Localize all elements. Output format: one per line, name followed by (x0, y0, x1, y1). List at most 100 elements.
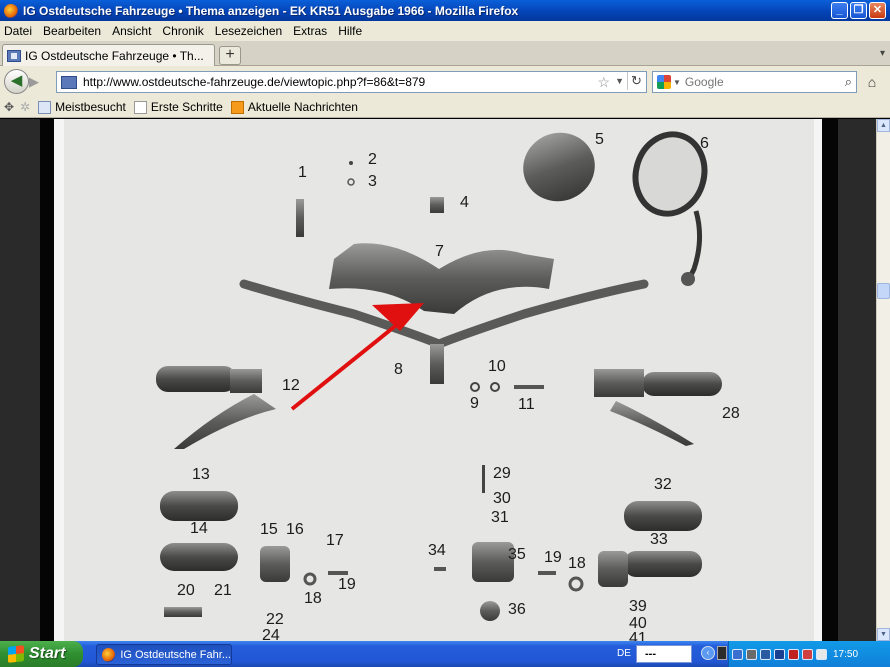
part-number: 13 (192, 466, 210, 483)
drag-handle-icon[interactable]: ✥ (4, 100, 14, 114)
part-number: 3 (368, 173, 377, 190)
part-number: 19 (544, 549, 562, 566)
part-number: 9 (470, 395, 479, 412)
parts-diagram-image: 1 2 3 4 5 6 7 8 9 10 11 12 13 14 15 16 1… (54, 119, 822, 641)
menu-ansicht[interactable]: Ansicht (112, 24, 151, 38)
menu-bar: Datei Bearbeiten Ansicht Chronik Lesezei… (0, 21, 890, 41)
part-number: 11 (518, 396, 535, 413)
page-content: 1 2 3 4 5 6 7 8 9 10 11 12 13 14 15 16 1… (0, 119, 890, 641)
menu-datei[interactable]: Datei (4, 24, 32, 38)
close-button[interactable]: ✕ (869, 2, 886, 19)
menu-extras[interactable]: Extras (293, 24, 327, 38)
search-bar[interactable]: ▼ ⌕ (652, 71, 857, 93)
tab-active[interactable]: IG Ostdeutsche Fahrzeuge • Th... (2, 44, 215, 66)
page-margin-left (0, 119, 40, 641)
bookmark-meistbesucht[interactable]: Meistbesucht (38, 100, 126, 114)
part-number: 31 (491, 509, 509, 526)
red-pointer-arrow (290, 317, 406, 411)
vertical-scrollbar[interactable]: ▲ ▼ (876, 119, 890, 641)
tray-app-icon[interactable] (746, 648, 757, 660)
bluetooth-icon[interactable] (774, 648, 785, 660)
part-number: 14 (190, 520, 208, 537)
scrollbar-thumb[interactable] (877, 283, 890, 299)
part-number: 32 (654, 476, 672, 493)
tab-label: IG Ostdeutsche Fahrzeuge • Th... (25, 48, 204, 63)
firefox-icon (102, 647, 116, 662)
system-tray: 17:50 (728, 641, 890, 667)
page-icon (133, 100, 147, 114)
part-number: 19 (338, 576, 356, 593)
menu-bearbeiten[interactable]: Bearbeiten (43, 24, 101, 38)
maximize-button[interactable]: ❐ (850, 2, 867, 19)
part-number: 33 (650, 531, 668, 548)
minimize-button[interactable]: _ (831, 2, 848, 19)
scroll-down-icon[interactable]: ▼ (877, 628, 890, 641)
part-14-grip (160, 543, 238, 571)
search-engine-dropdown-icon[interactable]: ▼ (673, 78, 681, 87)
address-bar[interactable]: http://www.ostdeutsche-fahrzeuge.de/view… (56, 71, 647, 93)
parts-diagram-drawing (156, 131, 722, 621)
part-number: 41 (629, 630, 647, 641)
part-4-nut (430, 197, 444, 213)
part-number: 16 (286, 521, 304, 538)
part-number: 39 (629, 598, 647, 615)
forward-arrow-icon[interactable]: ▶ (29, 72, 49, 92)
taskbar-firefox-window[interactable]: IG Ostdeutsche Fahr... (96, 644, 232, 665)
search-magnifier-icon[interactable]: ⌕ (845, 74, 852, 90)
firefox-icon (4, 3, 18, 18)
menu-chronik[interactable]: Chronik (162, 24, 203, 38)
navigation-bar: ◀ ▶ http://www.ostdeutsche-fahrzeuge.de/… (0, 66, 890, 97)
part-13-grip (160, 491, 238, 521)
window-title: IG Ostdeutsche Fahrzeuge • Thema anzeige… (23, 3, 519, 18)
tray-app-icon[interactable] (816, 648, 827, 660)
part-number: 34 (428, 542, 446, 559)
scroll-up-icon[interactable]: ▲ (877, 119, 890, 132)
part-number: 6 (700, 135, 709, 152)
bookmark-erste-schritte[interactable]: Erste Schritte (133, 100, 223, 114)
menu-hilfe[interactable]: Hilfe (338, 24, 362, 38)
url-text[interactable]: http://www.ostdeutsche-fahrzeuge.de/view… (83, 75, 425, 89)
part-number: 12 (282, 377, 300, 394)
part-12-left-grip (156, 366, 236, 392)
part-number: 20 (177, 582, 195, 599)
part-number: 1 (298, 164, 307, 181)
search-input[interactable] (684, 75, 835, 89)
tab-list-chevron-icon[interactable]: ▾ (880, 48, 885, 59)
part-28-right-grip (642, 372, 722, 396)
folder-icon (38, 100, 52, 114)
taskbar-input-box[interactable]: --- (636, 645, 692, 663)
bookmark-aktuelle-nachrichten[interactable]: Aktuelle Nachrichten (230, 100, 358, 114)
back-arrow-icon[interactable]: ◀ (4, 69, 29, 94)
url-dropdown-icon[interactable]: ▼ (615, 76, 624, 86)
reload-icon[interactable]: ↻ (627, 72, 645, 90)
part-number: 21 (214, 582, 232, 599)
tray-app-icon[interactable] (760, 648, 771, 660)
start-button[interactable]: Start (0, 641, 83, 667)
google-engine-icon[interactable] (657, 75, 671, 89)
keyboard-icon[interactable] (717, 646, 727, 660)
part-5-mirror-glass (523, 132, 595, 202)
part-number: 35 (508, 546, 526, 563)
tray-app-icon[interactable] (788, 648, 799, 660)
part-number: 8 (394, 361, 403, 378)
clock[interactable]: 17:50 (833, 649, 858, 660)
site-identity-icon[interactable] (61, 75, 77, 89)
menu-lesezeichen[interactable]: Lesezeichen (215, 24, 282, 38)
bookmark-star-icon[interactable]: ☆ (597, 74, 610, 91)
language-indicator[interactable]: DE (617, 648, 631, 659)
new-tab-button[interactable]: + (219, 46, 241, 65)
part-number: 28 (722, 405, 740, 422)
tray-app-icon[interactable] (802, 648, 813, 660)
part-number: 4 (460, 194, 469, 211)
part-number: 10 (488, 358, 506, 375)
part-number: 5 (595, 131, 604, 148)
part-number: 24 (262, 627, 280, 641)
tray-expand-icon[interactable]: ‹ (701, 646, 715, 660)
windows-logo-icon (8, 645, 24, 663)
page-margin-right (838, 119, 876, 641)
tray-app-icon[interactable] (732, 648, 743, 660)
page-border-left (40, 119, 54, 641)
bookmarks-bar: ✥ ✲ Meistbesucht Erste Schritte Aktuelle… (0, 97, 890, 118)
home-icon[interactable]: ⌂ (861, 72, 883, 92)
part-number: 30 (493, 490, 511, 507)
